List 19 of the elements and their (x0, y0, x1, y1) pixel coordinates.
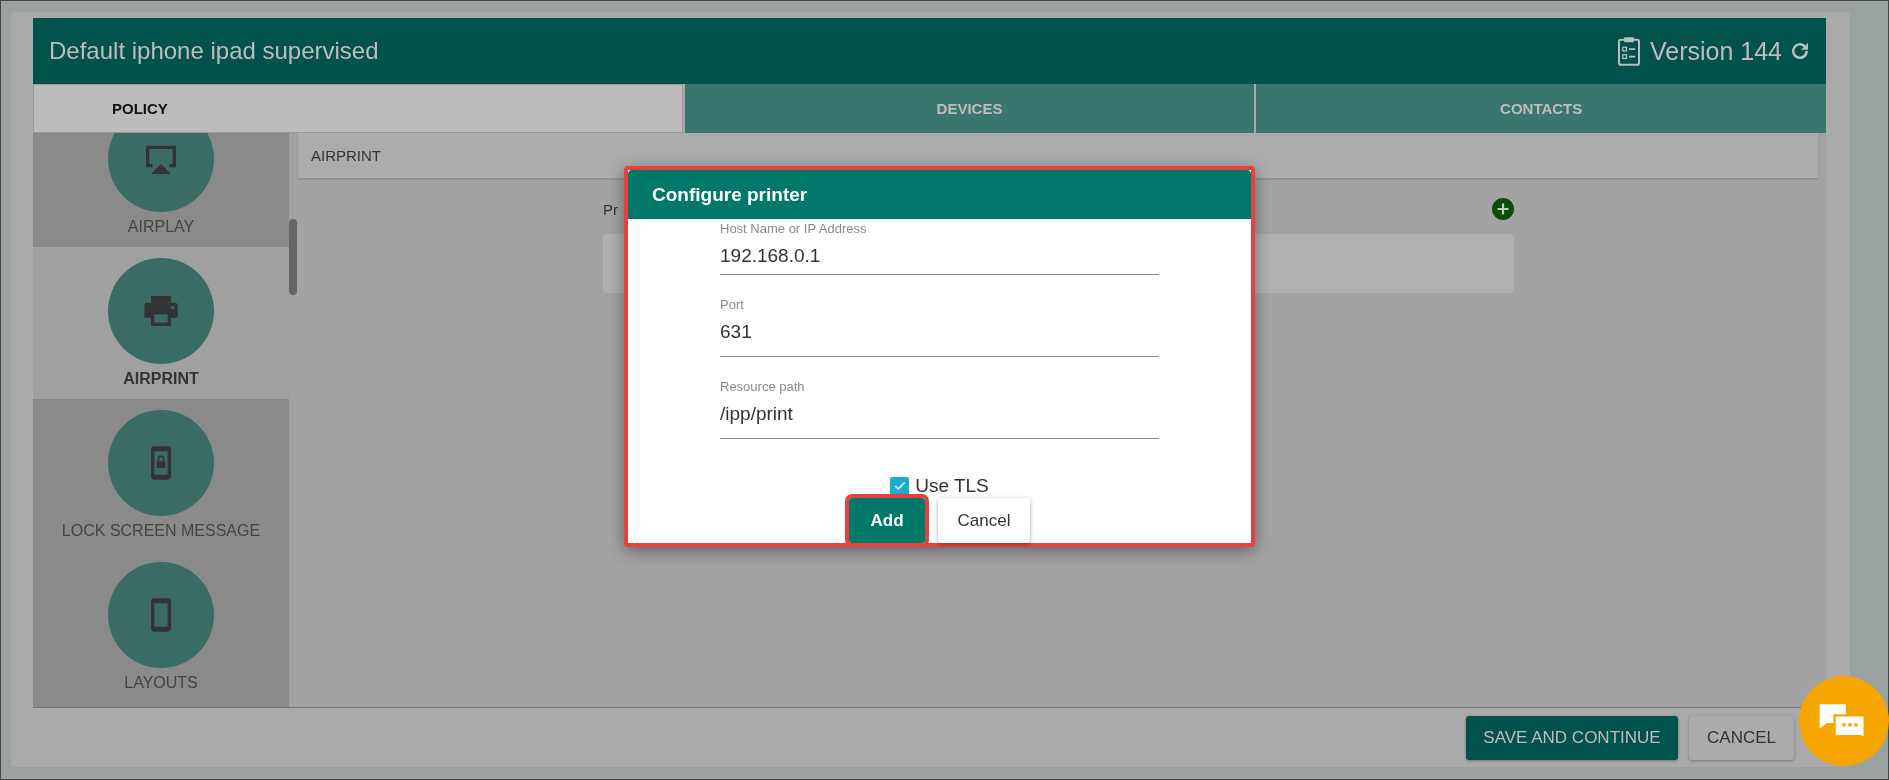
dialog-title: Configure printer (628, 170, 1251, 219)
add-icon[interactable] (1492, 198, 1514, 220)
save-and-continue-button[interactable]: SAVE AND CONTINUE (1466, 715, 1678, 760)
check-icon (892, 479, 907, 493)
tab[interactable]: DEVICES (684, 84, 1255, 133)
chat-icon[interactable] (1799, 676, 1889, 766)
text-field[interactable]: Port 631 (720, 297, 1159, 357)
cancel-button[interactable]: Cancel (938, 498, 1030, 543)
cancel-button[interactable]: CANCEL (1689, 715, 1794, 760)
sidebar-item[interactable]: AIRPRINT (33, 247, 289, 399)
version-label: Version 144 (1649, 36, 1782, 66)
policy-title: Default iphone ipad supervised (49, 37, 379, 65)
checkbox-label: Use TLS (915, 475, 989, 497)
tab[interactable]: POLICY (33, 84, 683, 133)
tab[interactable]: CONTACTS (1256, 84, 1826, 133)
scrollbar-thumb[interactable] (289, 219, 297, 295)
text-field[interactable]: Host Name or IP Address 192.168.0.1 (720, 221, 1159, 275)
printers-label: Pr (603, 200, 618, 218)
text-field[interactable]: Resource path /ipp/print (720, 379, 1159, 439)
